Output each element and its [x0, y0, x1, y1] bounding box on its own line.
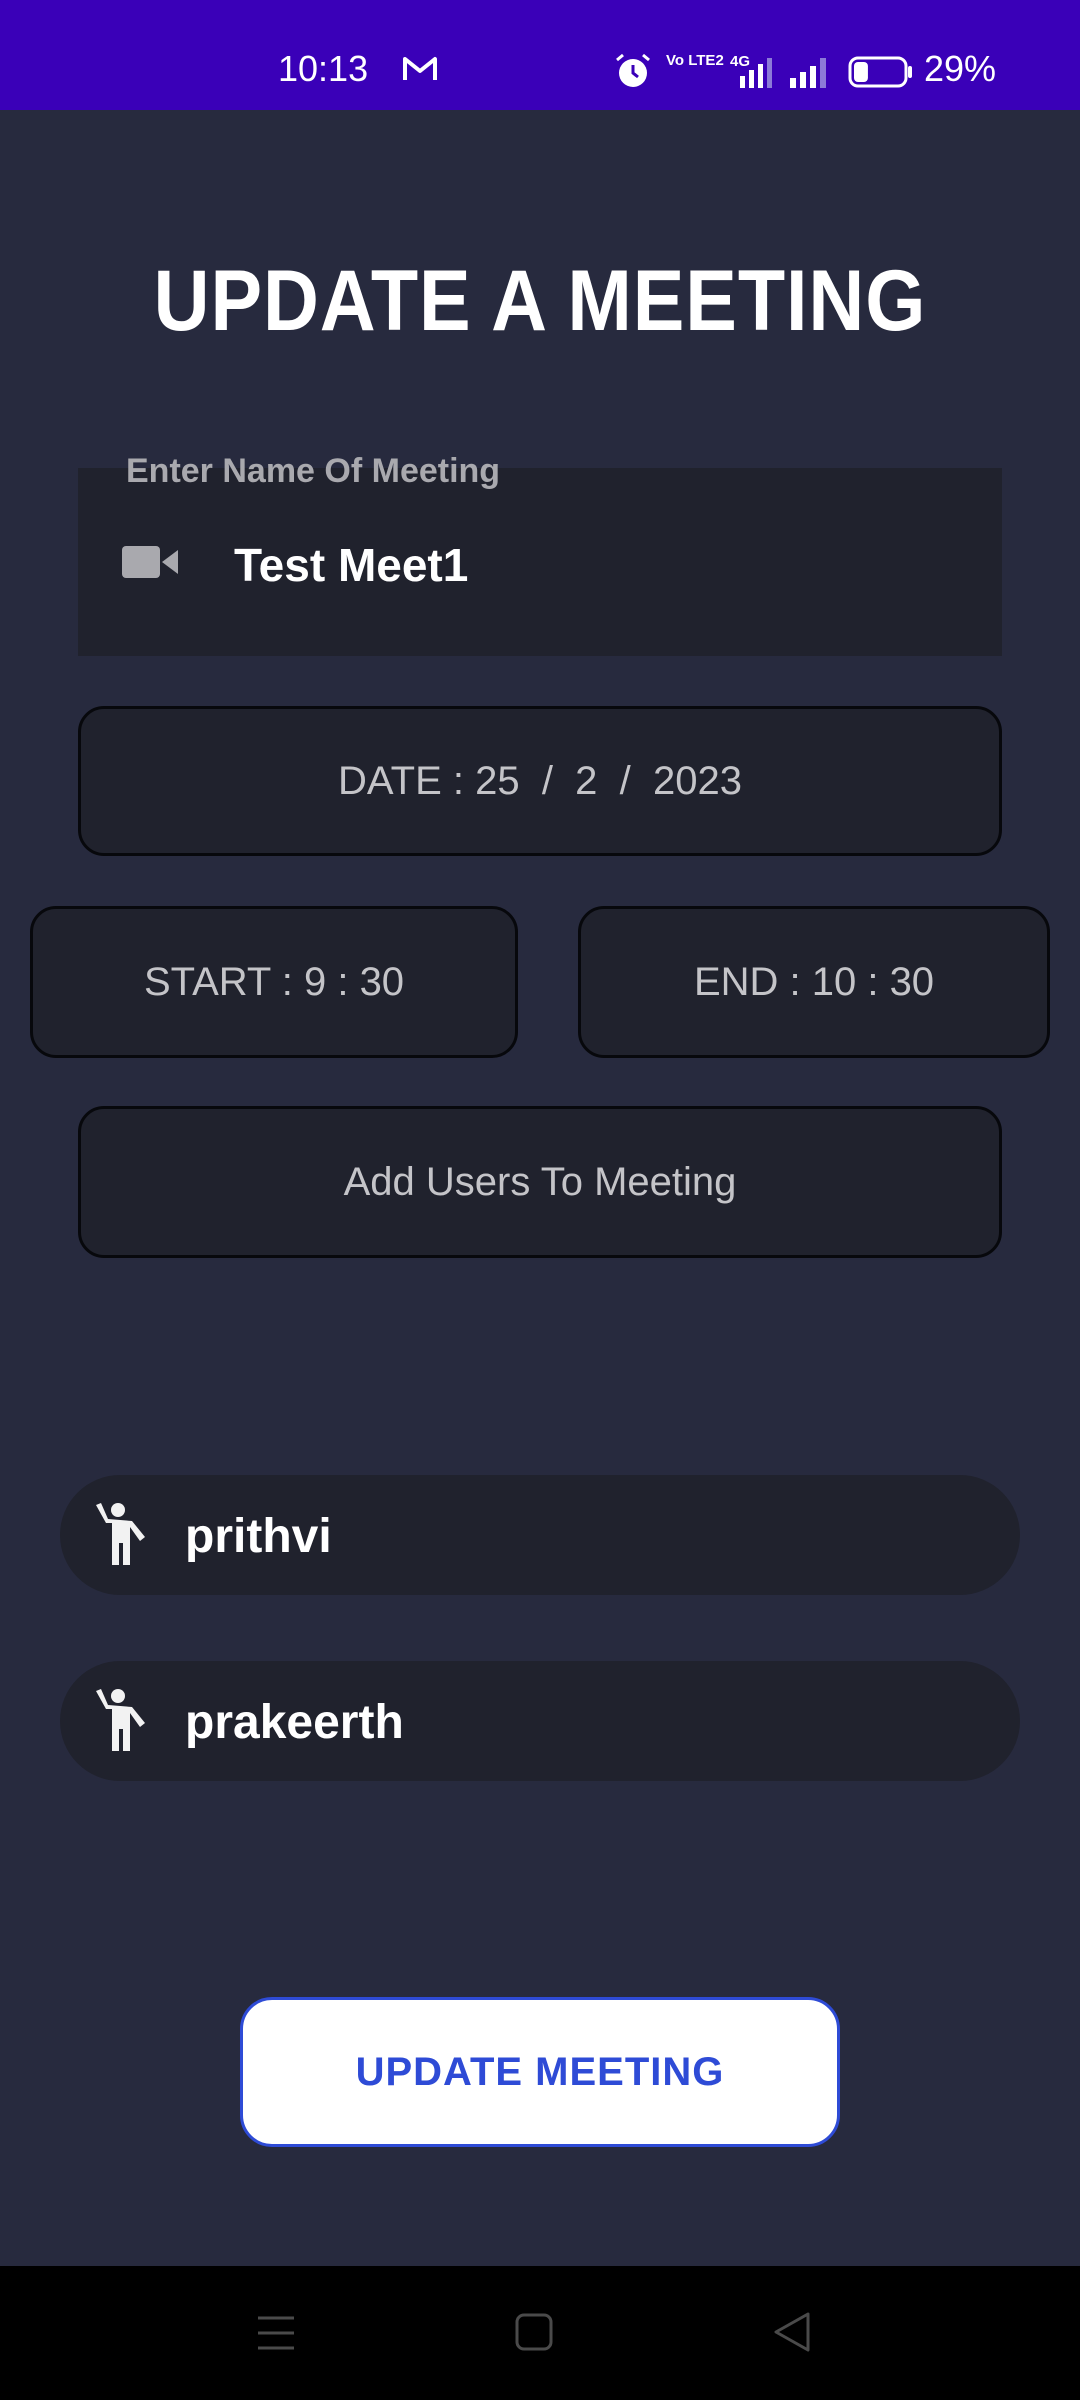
status-bar: 10:13 Vo LTE2 4G 29% — [0, 0, 1080, 110]
user-name: prakeerth — [185, 1696, 404, 1749]
person-waving-icon — [96, 1689, 145, 1751]
update-meeting-label: UPDATE MEETING — [355, 2049, 725, 2094]
update-meeting-button[interactable]: UPDATE MEETING — [240, 1997, 840, 2147]
volte-icon: Vo LTE2 — [666, 52, 724, 69]
end-time-button[interactable]: END : 10 : 30 — [578, 906, 1050, 1058]
meeting-name-input[interactable]: Test Meet1 — [234, 538, 468, 592]
add-users-button[interactable]: Add Users To Meeting — [78, 1106, 1002, 1258]
battery-icon — [848, 56, 912, 88]
navigation-bar — [0, 2266, 1080, 2400]
meeting-name-label: Enter Name Of Meeting — [126, 452, 501, 490]
network-type: 4G — [730, 53, 750, 70]
user-list-item[interactable]: prithvi — [60, 1475, 1020, 1595]
date-picker-button[interactable]: DATE : 25 / 2 / 2023 — [78, 706, 1002, 856]
person-waving-icon — [96, 1503, 145, 1565]
alarm-icon — [616, 53, 650, 87]
user-list-item[interactable]: prakeerth — [60, 1661, 1020, 1781]
signal-icon: 4G — [730, 53, 772, 88]
signal-icon-2 — [790, 58, 826, 88]
status-time: 10:13 — [278, 48, 369, 89]
battery-percent: 29% — [924, 48, 997, 89]
menu-icon[interactable] — [256, 2314, 296, 2352]
video-camera-icon — [122, 546, 178, 578]
back-icon[interactable] — [772, 2310, 812, 2354]
start-time-button[interactable]: START : 9 : 30 — [30, 906, 518, 1058]
user-name: prithvi — [185, 1510, 332, 1563]
home-icon[interactable] — [514, 2312, 554, 2352]
add-users-label: Add Users To Meeting — [343, 1159, 737, 1204]
end-time-label: END : 10 : 30 — [693, 959, 935, 1004]
date-label: DATE : 25 / 2 / 2023 — [338, 758, 742, 803]
gmail-icon — [403, 57, 437, 80]
page-title: UPDATE A MEETING — [153, 253, 927, 349]
meeting-name-field[interactable]: Enter Name Of Meeting Test Meet1 — [78, 452, 1002, 656]
start-time-label: START : 9 : 30 — [143, 959, 405, 1004]
